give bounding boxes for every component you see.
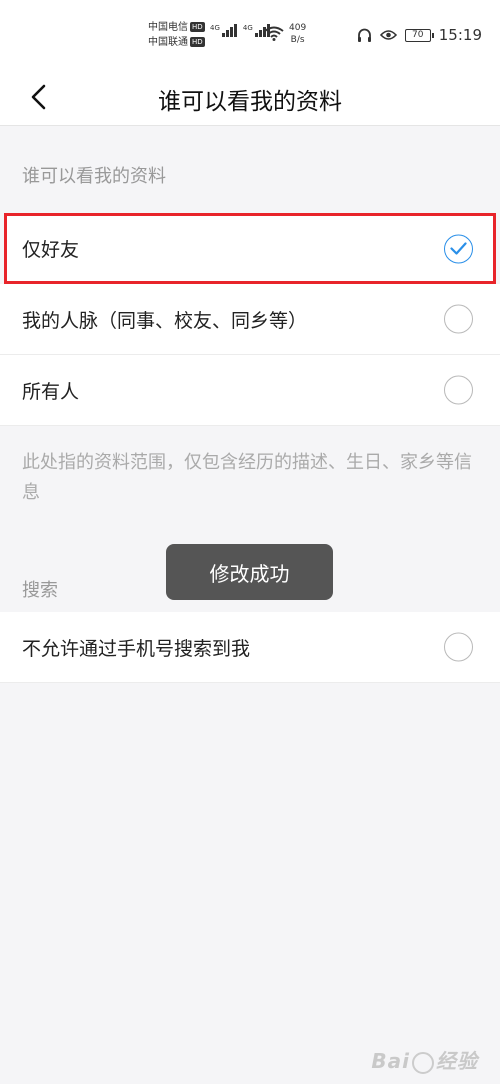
unchecked-radio-icon[interactable] bbox=[444, 632, 473, 662]
carrier-1: 中国电信 bbox=[148, 22, 188, 33]
eye-icon bbox=[379, 30, 397, 40]
option-label: 我的人脉（同事、校友、同乡等） bbox=[22, 309, 308, 332]
paw-icon bbox=[412, 1051, 434, 1074]
network-speed: 409 B/s bbox=[289, 23, 307, 45]
status-right: 70 15:19 bbox=[357, 26, 482, 44]
watermark: Bai 经验 bbox=[371, 1049, 478, 1074]
option-friends-only[interactable]: 仅好友 bbox=[4, 213, 496, 284]
network-type: 4G bbox=[210, 24, 220, 32]
carrier-2: 中国联通 bbox=[148, 37, 188, 48]
option-label: 仅好友 bbox=[22, 239, 80, 261]
hd-badge: HD bbox=[190, 37, 205, 47]
status-bar: 中国电信 HD 中国联通 HD 4G 4G 409 B/s 70 15:19 bbox=[0, 0, 500, 68]
option-label: 所有人 bbox=[22, 380, 80, 403]
hd-badge: HD bbox=[190, 22, 205, 32]
section-header-visibility: 谁可以看我的资料 bbox=[22, 166, 166, 187]
checked-radio-icon[interactable] bbox=[444, 234, 473, 263]
option-no-phone-search[interactable]: 不允许通过手机号搜索到我 bbox=[0, 612, 500, 683]
network-type: 4G bbox=[242, 24, 253, 32]
page-title: 谁可以看我的资料 bbox=[158, 89, 342, 115]
check-icon bbox=[450, 241, 467, 255]
nav-bar: 谁可以看我的资料 bbox=[0, 68, 500, 126]
carrier-info: 中国电信 HD 中国联通 HD bbox=[148, 20, 205, 50]
battery-icon: 70 bbox=[404, 28, 434, 42]
clock: 15:19 bbox=[438, 26, 482, 44]
signal-icon: 4G 4G bbox=[210, 24, 270, 37]
option-connections[interactable]: 我的人脉（同事、校友、同乡等） bbox=[0, 284, 500, 355]
toast-message: 修改成功 bbox=[166, 544, 333, 600]
unchecked-radio-icon[interactable] bbox=[444, 375, 473, 405]
visibility-description: 此处指的资料范围，仅包含经历的描述、生日、家乡等信息 bbox=[22, 452, 472, 503]
unchecked-radio-icon[interactable] bbox=[444, 304, 473, 334]
wifi-icon bbox=[264, 26, 284, 41]
option-label: 不允许通过手机号搜索到我 bbox=[22, 637, 251, 660]
headset-icon bbox=[357, 28, 371, 42]
option-everyone[interactable]: 所有人 bbox=[0, 355, 500, 426]
